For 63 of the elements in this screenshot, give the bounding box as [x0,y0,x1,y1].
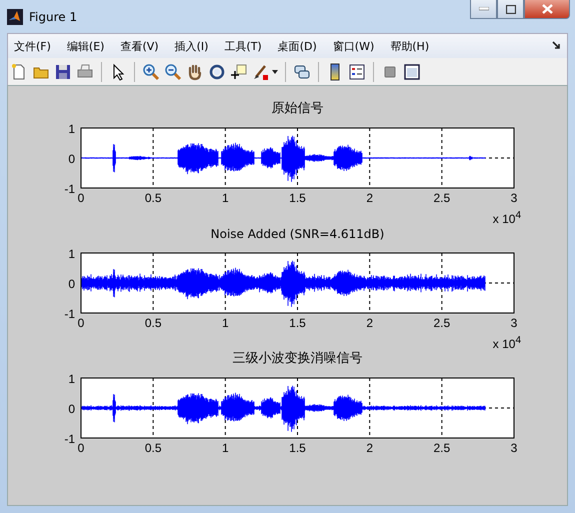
minimize-icon [478,7,488,11]
x-tick-label: 1.5 [289,191,306,205]
link-icon[interactable] [293,62,311,80]
x-tick-label: 2.5 [434,441,450,455]
x-tick-label: 1.5 [289,316,306,330]
x-tick-label: 0.5 [144,191,162,205]
frame-icon[interactable] [403,62,421,80]
x-tick-label: 1 [222,191,229,205]
menu-item[interactable]: 桌面(D) [278,38,317,54]
x-tick-label: 2 [366,441,373,455]
plot-title: 原始信号 [270,100,324,118]
zoom-in-icon[interactable] [142,62,160,80]
menu-item[interactable]: 窗口(W) [332,38,374,54]
y-tick-label: -1 [64,432,75,446]
x-tick-label: 1.5 [289,441,306,455]
menu-item[interactable]: 帮助(H) [390,38,430,54]
y-tick-label: 0 [68,402,75,416]
x-tick-label: 2.5 [434,191,450,205]
x-tick-label: 2.5 [434,316,450,330]
plot-title: 三级小波变换消噪信号 [232,350,364,368]
x-tick-label: 2 [366,316,373,330]
dock-arrow-icon[interactable] [552,41,561,50]
y-tick-label: 1 [68,372,75,386]
menu-item[interactable]: 查看(V) [120,38,159,54]
y-tick-label: 0 [68,152,75,166]
minimize-button[interactable] [470,0,497,19]
caret-icon[interactable] [272,70,278,74]
x-tick-label: 0 [78,441,84,455]
y-tick-label: 0 [68,277,75,291]
window-title: Figure 1 [29,10,78,24]
close-icon [542,4,552,14]
x-tick-label: 3 [510,316,518,330]
data-cursor-icon[interactable] [230,62,248,80]
x-tick-label: 2 [366,191,373,205]
axis-scale-label: x 10$^{4}$ [492,334,521,348]
legend-icon[interactable] [348,62,366,80]
axis-scale-label: x 10$^{4}$ [492,209,521,223]
menu-item[interactable]: 工具(T) [224,38,262,54]
menu-item[interactable]: 文件(F) [14,38,51,54]
pan-hand-icon[interactable] [186,62,204,80]
x-tick-label: 1 [222,316,229,330]
menu-item[interactable]: 编辑(E) [66,38,104,54]
zoom-out-icon[interactable] [164,62,182,80]
y-tick-label: 1 [68,247,75,261]
app-logo-icon [7,8,23,24]
x-tick-label: 1 [222,441,229,455]
x-tick-label: 3 [510,191,518,205]
x-tick-label: 0 [78,316,84,330]
save-icon[interactable] [54,62,72,80]
x-tick-label: 0.5 [144,316,162,330]
y-tick-label: 1 [68,122,75,136]
x-tick-label: 0.5 [144,441,162,455]
y-tick-label: -1 [64,307,75,321]
x-tick-label: 3 [510,441,518,455]
menu-item[interactable]: 插入(I) [174,38,208,54]
maximize-button[interactable] [497,0,524,19]
printer-icon[interactable] [76,62,94,80]
brush-icon[interactable] [252,62,270,80]
y-tick-label: -1 [64,182,75,196]
x-tick-label: 0 [78,191,84,205]
plot-title: Noise Added (SNR=4.611dB) [210,226,386,243]
close-button[interactable] [524,0,570,19]
maximize-icon [506,4,516,14]
